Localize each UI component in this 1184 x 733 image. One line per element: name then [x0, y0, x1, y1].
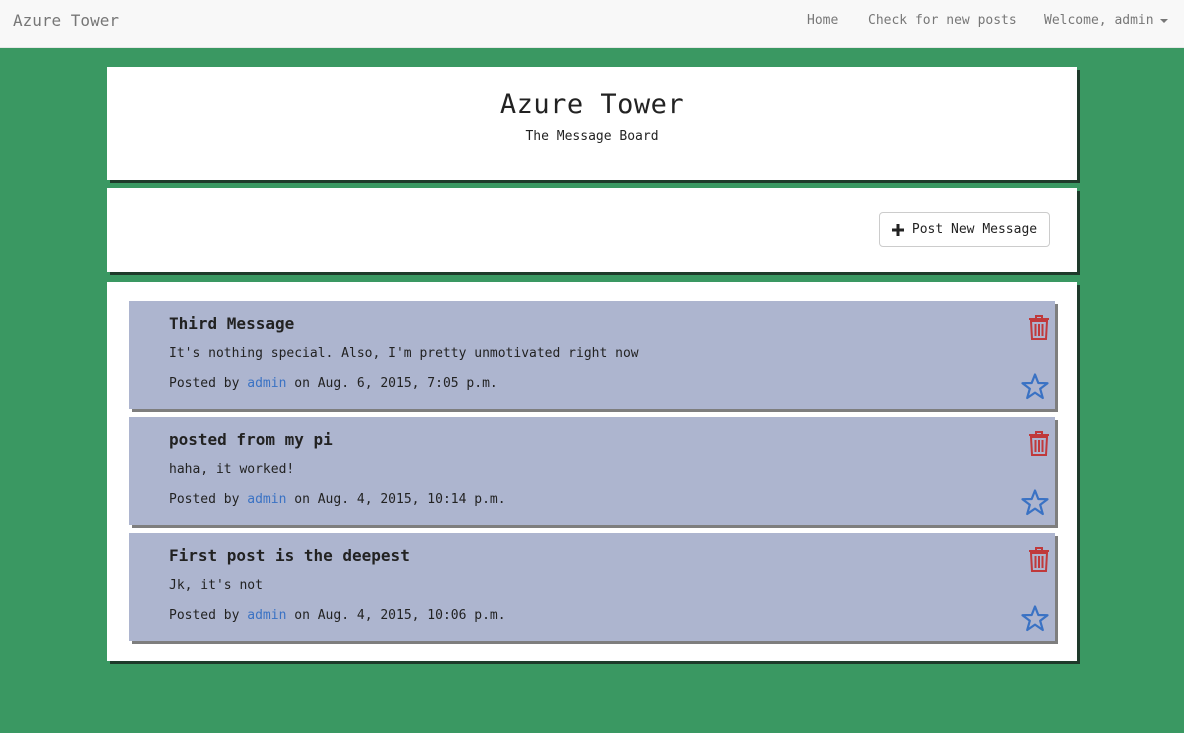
plus-icon — [891, 223, 904, 236]
message-meta: Posted by admin on Aug. 4, 2015, 10:14 p… — [169, 492, 506, 507]
action-panel: Post New Message — [107, 188, 1077, 272]
author-link[interactable]: admin — [247, 492, 286, 507]
message-date: on Aug. 6, 2015, 7:05 p.m. — [294, 376, 498, 391]
message-card: First post is the deepest Jk, it's not P… — [129, 533, 1055, 641]
post-new-message-button[interactable]: Post New Message — [879, 212, 1050, 247]
message-title: posted from my pi — [169, 430, 333, 449]
message-card: Third Message It's nothing special. Also… — [129, 301, 1055, 409]
top-navbar: Azure Tower Home Check for new posts Wel… — [0, 0, 1184, 48]
message-list: Third Message It's nothing special. Also… — [107, 282, 1077, 661]
trash-icon[interactable] — [1028, 314, 1050, 340]
nav-home-link[interactable]: Home — [807, 13, 838, 28]
posted-by-label: Posted by — [169, 608, 240, 623]
message-card: posted from my pi haha, it worked! Poste… — [129, 417, 1055, 525]
author-link[interactable]: admin — [247, 376, 286, 391]
message-date: on Aug. 4, 2015, 10:06 p.m. — [294, 608, 506, 623]
message-body: haha, it worked! — [169, 462, 295, 477]
star-icon[interactable] — [1021, 489, 1049, 516]
message-title: Third Message — [169, 314, 295, 333]
message-body: It's nothing special. Also, I'm pretty u… — [169, 346, 639, 361]
star-icon[interactable] — [1021, 373, 1049, 400]
message-body: Jk, it's not — [169, 578, 263, 593]
caret-down-icon — [1159, 18, 1168, 23]
brand-link[interactable]: Azure Tower — [13, 11, 119, 30]
posted-by-label: Posted by — [169, 376, 240, 391]
message-title: First post is the deepest — [169, 546, 410, 565]
trash-icon[interactable] — [1028, 430, 1050, 456]
page-subtitle: The Message Board — [525, 129, 659, 144]
post-new-message-label: Post New Message — [911, 222, 1038, 237]
message-meta: Posted by admin on Aug. 6, 2015, 7:05 p.… — [169, 376, 498, 391]
message-date: on Aug. 4, 2015, 10:14 p.m. — [294, 492, 506, 507]
message-meta: Posted by admin on Aug. 4, 2015, 10:06 p… — [169, 608, 506, 623]
header-panel: Azure Tower The Message Board — [107, 67, 1077, 180]
nav-user-menu[interactable]: Welcome, admin — [1044, 13, 1168, 28]
nav-check-posts-link[interactable]: Check for new posts — [868, 13, 1017, 28]
posted-by-label: Posted by — [169, 492, 240, 507]
page-title: Azure Tower — [499, 89, 685, 120]
author-link[interactable]: admin — [247, 608, 286, 623]
user-menu-label: Welcome, admin — [1044, 13, 1154, 28]
trash-icon[interactable] — [1028, 546, 1050, 572]
star-icon[interactable] — [1021, 605, 1049, 632]
